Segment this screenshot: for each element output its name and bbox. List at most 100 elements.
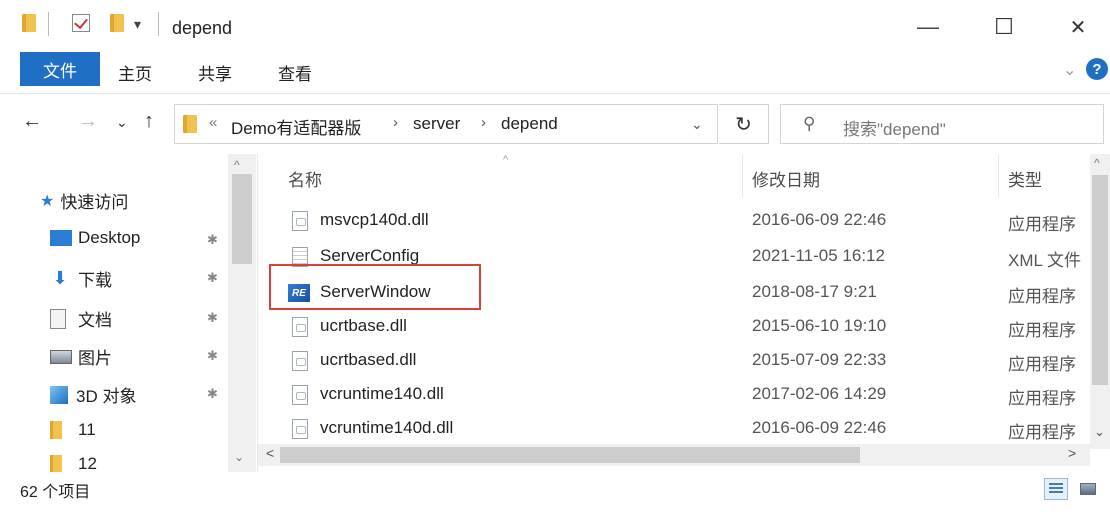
tab-home[interactable]: 主页 — [118, 60, 152, 85]
properties-checkbox-icon[interactable] — [72, 14, 90, 32]
address-bar[interactable]: « Demo有适配器版 › server › depend ⌄ — [174, 104, 718, 144]
file-type: 应用程序 — [1008, 287, 1076, 306]
column-header-name[interactable]: 名称 — [288, 166, 322, 191]
breadcrumb-overflow[interactable]: « — [209, 114, 217, 131]
recent-locations-icon[interactable]: ⌄ — [116, 114, 128, 131]
pin-icon[interactable]: ✱ — [207, 310, 218, 326]
scroll-up-icon[interactable]: ^ — [234, 158, 240, 172]
tab-share[interactable]: 共享 — [198, 60, 232, 85]
search-placeholder: 搜索"depend" — [843, 120, 946, 139]
table-row[interactable]: vcruntime140d.dll 2016-06-09 22:46 应用程序 — [258, 412, 1088, 446]
maximize-button[interactable]: ☐ — [984, 10, 1024, 44]
file-name: ServerConfig — [320, 246, 420, 265]
pictures-icon — [50, 349, 72, 364]
tab-view[interactable]: 查看 — [278, 60, 312, 85]
file-name: ucrtbased.dll — [320, 350, 417, 369]
download-icon: ⬇ — [52, 268, 68, 288]
column-divider[interactable] — [742, 154, 743, 198]
up-button[interactable]: ↑ — [144, 110, 154, 133]
sidebar-item-folder-12[interactable]: 12 — [50, 454, 97, 472]
table-row[interactable]: vcruntime140.dll 2017-02-06 14:29 应用程序 — [258, 378, 1088, 412]
table-row[interactable]: msvcp140d.dll 2016-06-09 22:46 应用程序 — [258, 204, 1088, 238]
file-type: 应用程序 — [1008, 355, 1076, 374]
file-type: 应用程序 — [1008, 389, 1076, 408]
forward-button[interactable]: → — [78, 110, 98, 133]
sidebar-item-pictures[interactable]: 图片 — [50, 344, 112, 369]
column-header-date[interactable]: 修改日期 — [752, 166, 820, 191]
horizontal-scrollbar-thumb[interactable] — [280, 447, 860, 463]
file-type: 应用程序 — [1008, 215, 1076, 234]
file-list-horizontal-scrollbar[interactable]: < > — [258, 444, 1090, 466]
search-icon: ⚲ — [803, 114, 816, 133]
dll-file-icon — [292, 317, 308, 337]
search-input[interactable]: ⚲ 搜索"depend" — [780, 104, 1104, 144]
column-header-type[interactable]: 类型 — [1008, 166, 1042, 191]
help-icon[interactable]: ? — [1086, 58, 1108, 80]
breadcrumb-server[interactable]: server — [413, 114, 460, 134]
sidebar-item-documents[interactable]: 文档 — [50, 306, 112, 331]
sort-indicator-icon: ^ — [503, 154, 509, 166]
file-name: vcruntime140d.dll — [320, 418, 454, 437]
pin-icon[interactable]: ✱ — [207, 386, 218, 402]
new-folder-icon[interactable] — [110, 14, 124, 32]
column-divider[interactable] — [998, 154, 999, 198]
minimize-button[interactable]: — — [908, 10, 948, 44]
scroll-left-icon[interactable]: < — [266, 445, 274, 461]
pin-icon[interactable]: ✱ — [207, 232, 218, 248]
table-row[interactable]: ucrtbase.dll 2015-06-10 19:10 应用程序 — [258, 310, 1088, 344]
sidebar-item-3d-objects[interactable]: 3D 对象 — [50, 382, 136, 407]
navigation-scrollbar-thumb[interactable] — [232, 174, 252, 264]
details-view-button[interactable] — [1044, 478, 1068, 500]
expand-ribbon-icon[interactable]: ⌄ — [1063, 60, 1076, 80]
folder-icon — [50, 421, 62, 439]
breadcrumb-demo[interactable]: Demo有适配器版 — [231, 114, 361, 139]
back-button[interactable]: ← — [22, 110, 42, 133]
quick-access-dropdown-icon[interactable]: ▾ — [134, 16, 141, 33]
highlight-box — [269, 264, 481, 310]
status-bar: 62 个项目 — [0, 472, 1110, 512]
close-button[interactable]: ✕ — [1058, 10, 1098, 44]
address-dropdown-icon[interactable]: ⌄ — [691, 116, 703, 133]
breadcrumb-separator: › — [481, 114, 486, 131]
file-list-vertical-scrollbar-thumb[interactable] — [1092, 175, 1108, 385]
sidebar-item-desktop[interactable]: Desktop — [50, 228, 140, 248]
scroll-right-icon[interactable]: > — [1068, 445, 1076, 461]
refresh-button[interactable]: ↻ — [719, 104, 769, 144]
file-type: 应用程序 — [1008, 321, 1076, 340]
quick-access-folder-icon — [22, 14, 36, 32]
dll-file-icon — [292, 385, 308, 405]
file-name: vcruntime140.dll — [320, 384, 444, 403]
pin-icon[interactable]: ✱ — [207, 348, 218, 364]
sidebar-item-label: 文档 — [78, 311, 112, 330]
breadcrumb-depend[interactable]: depend — [501, 114, 558, 134]
ribbon-tabs: 文件 主页 共享 查看 ⌄ ? — [0, 50, 1110, 94]
3d-objects-icon — [50, 385, 68, 404]
folder-icon — [183, 115, 197, 133]
scroll-down-icon[interactable]: ⌄ — [234, 450, 244, 464]
sidebar-item-label: 快速访问 — [60, 193, 129, 212]
dll-file-icon — [292, 211, 308, 231]
file-date: 2018-08-17 9:21 — [752, 282, 877, 301]
dll-file-icon — [292, 351, 308, 371]
star-icon: ★ — [40, 192, 55, 210]
file-date: 2015-06-10 19:10 — [752, 316, 887, 335]
file-date: 2016-06-09 22:46 — [752, 210, 887, 229]
sidebar-item-folder-11[interactable]: 11 — [50, 420, 96, 440]
documents-icon — [50, 308, 66, 329]
dll-file-icon — [292, 419, 308, 439]
desktop-icon — [50, 230, 72, 246]
sidebar-item-label: 下载 — [78, 271, 112, 290]
sidebar-item-downloads[interactable]: ⬇ 下载 — [50, 266, 112, 291]
file-date: 2021-11-05 16:12 — [752, 246, 885, 265]
scroll-down-icon[interactable]: ⌄ — [1094, 424, 1105, 440]
window-title: depend — [172, 18, 233, 38]
sidebar-item-quick-access[interactable]: ★ 快速访问 — [40, 188, 128, 213]
table-row[interactable]: ucrtbased.dll 2015-07-09 22:33 应用程序 — [258, 344, 1088, 378]
sidebar-item-label: 12 — [78, 454, 97, 472]
item-count: 62 个项目 — [20, 484, 91, 501]
tab-file[interactable]: 文件 — [20, 52, 100, 86]
scroll-up-icon[interactable]: ^ — [1094, 156, 1100, 170]
large-icons-view-button[interactable] — [1076, 478, 1100, 500]
sidebar-item-label: 3D 对象 — [76, 387, 137, 406]
pin-icon[interactable]: ✱ — [207, 270, 218, 286]
